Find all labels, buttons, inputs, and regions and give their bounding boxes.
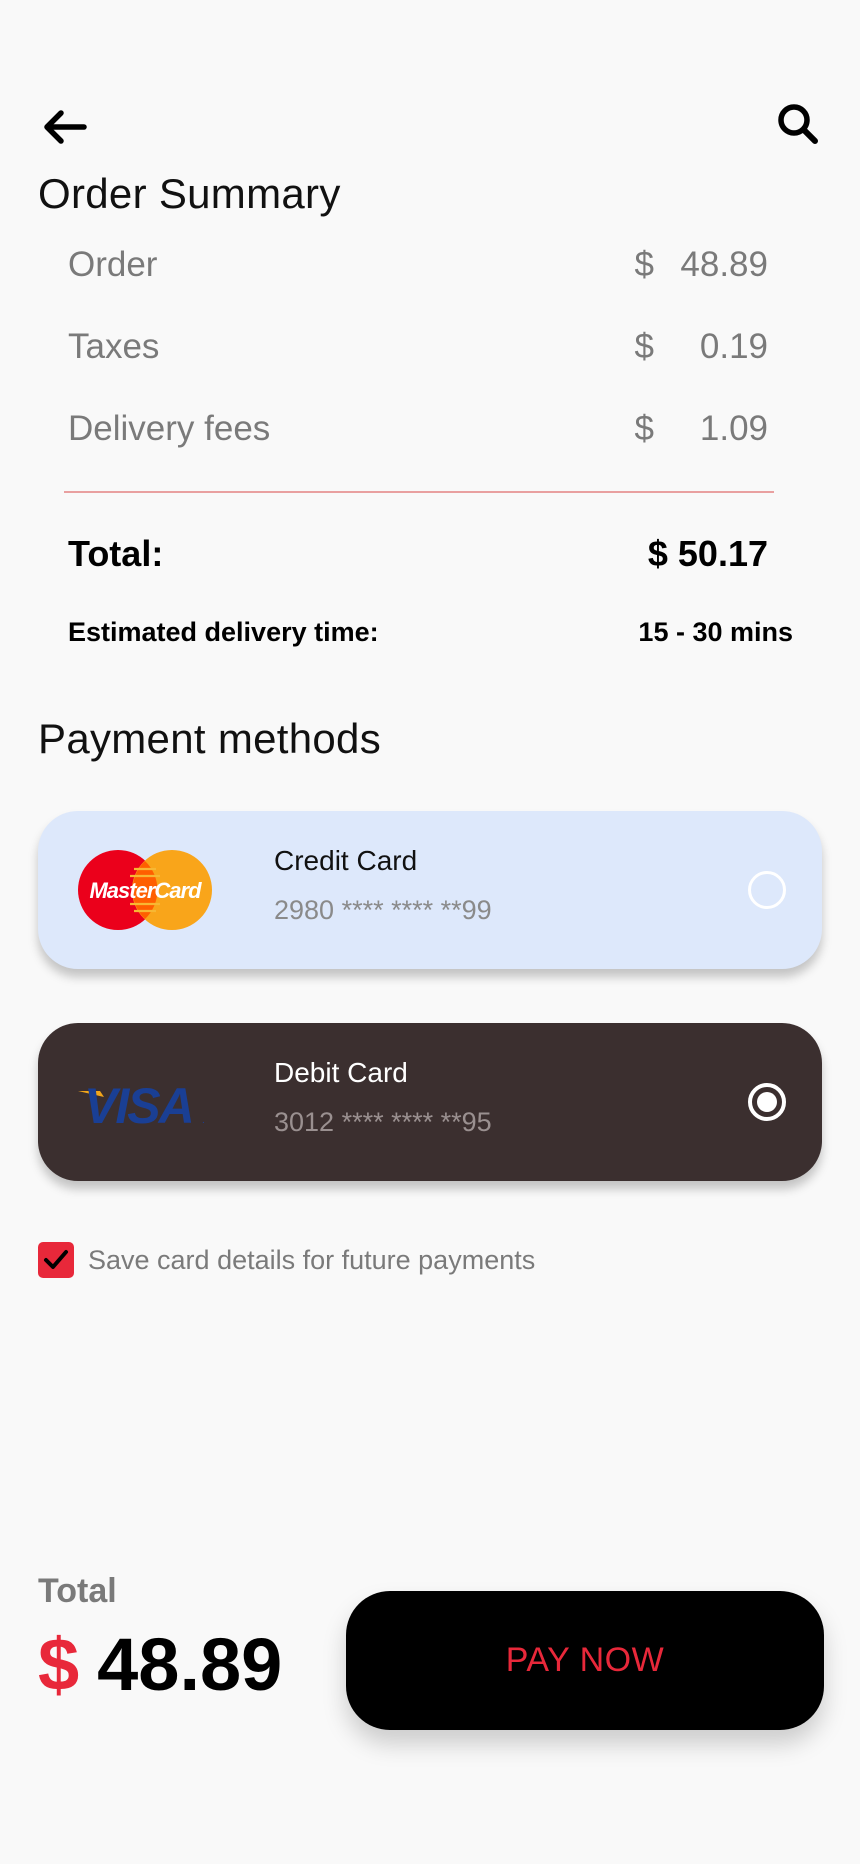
- footer-total-currency: $: [38, 1623, 80, 1706]
- checkout-page: Order Summary Order $ 48.89 Taxes $ 0.19…: [0, 0, 860, 1864]
- footer-total-label: Total: [38, 1572, 117, 1610]
- search-icon: [778, 104, 818, 144]
- search-button[interactable]: [770, 96, 826, 152]
- mastercard-wordmark: MasterCard: [89, 878, 202, 903]
- footer-total-amount: $ 48.89: [38, 1622, 282, 1707]
- order-summary-title: Order Summary: [38, 170, 341, 217]
- taxes-line-currency: $: [634, 327, 654, 366]
- total-line-value: $ 50.17: [647, 533, 768, 574]
- credit-card-number: 2980 **** **** **99: [274, 895, 492, 925]
- total-line: Total: $ 50.17: [68, 533, 768, 575]
- taxes-line-label: Taxes: [68, 327, 160, 366]
- payment-methods-title: Payment methods: [38, 715, 382, 762]
- delivery-fees-line: Delivery fees $ 1.09: [68, 409, 768, 449]
- taxes-line-value: 0.19: [699, 327, 768, 366]
- debit-card-number: 3012 **** **** **95: [274, 1107, 492, 1137]
- taxes-line: Taxes $ 0.19: [68, 327, 768, 367]
- delivery-fees-currency: $: [634, 409, 654, 448]
- total-line-label: Total:: [68, 533, 164, 574]
- delivery-fees-label: Delivery fees: [68, 409, 271, 448]
- debit-card-option[interactable]: VISA . Debit Card 3012 **** **** **95: [38, 1023, 822, 1181]
- delivery-time-value: 15 - 30 mins: [638, 617, 793, 647]
- delivery-time-label: Estimated delivery time:: [68, 617, 379, 647]
- radio-selected-dot: [757, 1092, 777, 1112]
- delivery-fees-value: 1.09: [699, 409, 768, 448]
- order-line-amount: $ 48.89: [635, 245, 768, 285]
- credit-card-name: Credit Card: [274, 845, 418, 876]
- save-card-label: Save card details for future payments: [88, 1244, 536, 1275]
- save-card-checkbox[interactable]: [38, 1242, 74, 1278]
- checkmark-icon: [44, 1250, 68, 1269]
- credit-card-radio[interactable]: [748, 871, 786, 909]
- credit-card-option[interactable]: MasterCard Credit Card 2980 **** **** **…: [38, 811, 822, 969]
- footer-total-value: 48.89: [97, 1623, 283, 1706]
- order-line-value: 48.89: [680, 245, 768, 284]
- delivery-time-line: Estimated delivery time: 15 - 30 mins: [68, 617, 793, 648]
- pay-now-button[interactable]: PAY NOW: [346, 1591, 824, 1730]
- summary-divider: [64, 491, 774, 493]
- debit-card-name: Debit Card: [274, 1057, 408, 1088]
- save-card-option[interactable]: Save card details for future payments: [38, 1242, 535, 1278]
- svg-text:.: .: [202, 1115, 205, 1126]
- order-line-label: Order: [68, 245, 158, 284]
- debit-card-radio[interactable]: [748, 1083, 786, 1121]
- visa-logo: VISA .: [78, 1078, 205, 1134]
- taxes-line-amount: $ 0.19: [635, 327, 768, 367]
- arrow-left-icon: [44, 110, 87, 144]
- credit-card-details: Credit Card 2980 **** **** **99: [274, 845, 492, 926]
- order-line-currency: $: [634, 245, 654, 284]
- back-button[interactable]: [38, 100, 92, 154]
- mastercard-logo: MasterCard: [78, 850, 212, 930]
- debit-card-details: Debit Card 3012 **** **** **95: [274, 1057, 492, 1138]
- order-line: Order $ 48.89: [68, 245, 768, 285]
- visa-wordmark: VISA: [84, 1078, 193, 1134]
- delivery-fees-amount: $ 1.09: [635, 409, 768, 449]
